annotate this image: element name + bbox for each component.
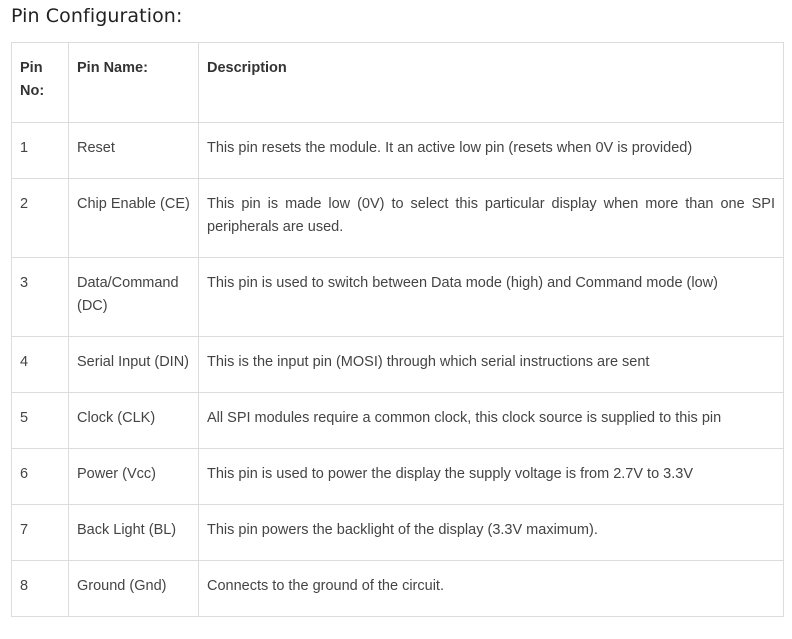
description-cell: This is the input pin (MOSI) through whi… — [198, 336, 784, 393]
header-pin-name: Pin Name: — [68, 42, 199, 123]
description-cell: This pin resets the module. It an active… — [198, 122, 784, 179]
description-cell: All SPI modules require a common clock, … — [198, 392, 784, 449]
pin-no-cell: 5 — [11, 392, 69, 449]
pin-no-cell: 7 — [11, 504, 69, 561]
pin-name-cell: Serial Input (DIN) — [68, 336, 199, 393]
pin-no-cell: 2 — [11, 178, 69, 258]
pin-no-cell: 4 — [11, 336, 69, 393]
table-row: 1 Reset This pin resets the module. It a… — [11, 122, 784, 179]
pin-no-cell: 3 — [11, 257, 69, 337]
pin-name-cell: Chip Enable (CE) — [68, 178, 199, 258]
description-cell: Connects to the ground of the circuit. — [198, 560, 784, 617]
description-cell: This pin is used to switch between Data … — [198, 257, 784, 337]
pin-no-cell: 6 — [11, 448, 69, 505]
table-row: 7 Back Light (BL) This pin powers the ba… — [11, 504, 784, 561]
table-row: 8 Ground (Gnd) Connects to the ground of… — [11, 560, 784, 617]
table-row: 4 Serial Input (DIN) This is the input p… — [11, 336, 784, 393]
description-cell: This pin powers the backlight of the dis… — [198, 504, 784, 561]
table-header-row: Pin No: Pin Name: Description — [11, 42, 784, 123]
pin-name-cell: Clock (CLK) — [68, 392, 199, 449]
pin-no-cell: 1 — [11, 122, 69, 179]
table-row: 6 Power (Vcc) This pin is used to power … — [11, 448, 784, 505]
pin-no-cell: 8 — [11, 560, 69, 617]
description-cell: This pin is used to power the display th… — [198, 448, 784, 505]
header-pin-no: Pin No: — [11, 42, 69, 123]
page-title: Pin Configuration: — [11, 5, 183, 27]
table-row: 3 Data/Command (DC) This pin is used to … — [11, 257, 784, 337]
pin-name-cell: Power (Vcc) — [68, 448, 199, 505]
header-description: Description — [198, 42, 784, 123]
pin-name-cell: Ground (Gnd) — [68, 560, 199, 617]
pin-configuration-table: Pin No: Pin Name: Description 1 Reset Th… — [11, 42, 784, 617]
pin-name-cell: Back Light (BL) — [68, 504, 199, 561]
pin-name-cell: Data/Command (DC) — [68, 257, 199, 337]
pin-name-cell: Reset — [68, 122, 199, 179]
description-cell: This pin is made low (0V) to select this… — [198, 178, 784, 258]
table-row: 2 Chip Enable (CE) This pin is made low … — [11, 178, 784, 258]
table-row: 5 Clock (CLK) All SPI modules require a … — [11, 392, 784, 449]
